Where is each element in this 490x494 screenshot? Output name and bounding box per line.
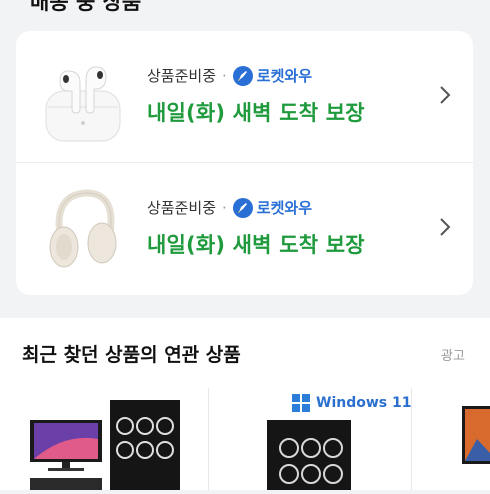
- ad-label[interactable]: 광고: [441, 345, 465, 364]
- headphones-icon: [49, 189, 117, 268]
- status-separator: ·: [222, 66, 227, 85]
- rocket-wow-label: 로켓와우: [256, 67, 312, 85]
- product-card[interactable]: Windows 11: [208, 388, 412, 490]
- order-status: 상품준비중: [147, 67, 217, 85]
- recommendations-panel: 최근 찾던 상품의 연관 상품 광고 Windows 11: [0, 318, 490, 490]
- shipping-orders-card: 상품준비중 · 로켓와우 내일(화) 새벽 도착 보장 상품준비중 · 로켓와우…: [16, 31, 473, 295]
- delivery-guarantee: 내일(화) 새벽 도착 보장: [147, 101, 365, 125]
- monitor-icon: [462, 406, 490, 464]
- rocket-icon: [232, 197, 253, 218]
- product-card[interactable]: [412, 388, 490, 490]
- rocket-icon: [232, 65, 253, 86]
- status-separator: ·: [222, 198, 227, 217]
- section-title: 배송 중 상품: [30, 0, 142, 14]
- pc-case-icon: [267, 420, 351, 490]
- rocket-wow-badge: 로켓와우: [232, 65, 312, 86]
- rocket-wow-label: 로켓와우: [256, 199, 312, 217]
- product-card[interactable]: [0, 388, 206, 490]
- delivery-guarantee: 내일(화) 새벽 도착 보장: [147, 233, 365, 257]
- order-status: 상품준비중: [147, 199, 217, 217]
- order-item[interactable]: 상품준비중 · 로켓와우 내일(화) 새벽 도착 보장: [16, 31, 473, 162]
- order-item[interactable]: 상품준비중 · 로켓와우 내일(화) 새벽 도착 보장: [16, 163, 473, 294]
- chevron-right-icon[interactable]: [439, 217, 451, 237]
- recommendations-title: 최근 찾던 상품의 연관 상품: [22, 344, 241, 366]
- chevron-right-icon[interactable]: [439, 85, 451, 105]
- rocket-wow-badge: 로켓와우: [232, 197, 312, 218]
- pc-monitor-bundle-icon: [30, 400, 180, 490]
- earbuds-icon: [45, 66, 121, 142]
